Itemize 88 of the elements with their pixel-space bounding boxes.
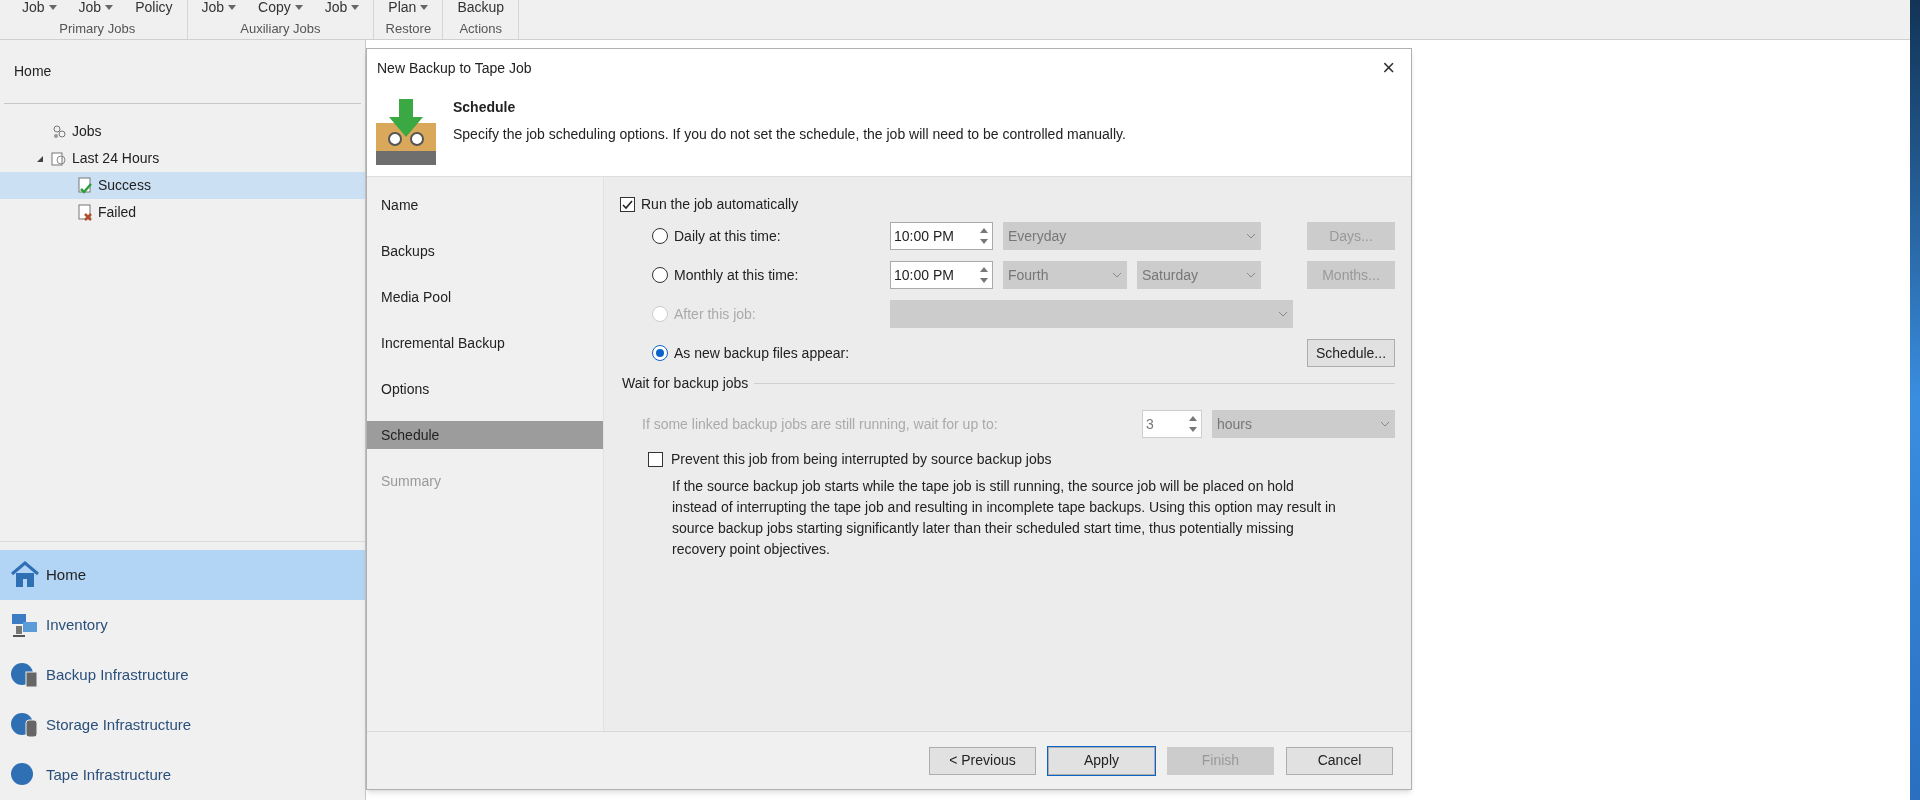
- tape-cassette-arrow-icon: [375, 97, 437, 167]
- nav-item[interactable]: Tape Infrastructure: [0, 750, 365, 800]
- group-label: Primary Jobs: [59, 20, 136, 38]
- radio-button[interactable]: [652, 345, 668, 361]
- ribbon-button[interactable]: Job: [74, 0, 118, 18]
- checkbox[interactable]: [620, 196, 635, 212]
- spin-value: 3: [1145, 414, 1154, 434]
- group-label: Actions: [459, 20, 503, 38]
- group-label: Restore: [385, 20, 432, 38]
- dropdown-value: Fourth: [1008, 265, 1049, 285]
- house-icon: [10, 560, 40, 590]
- dropdown-value: hours: [1217, 414, 1253, 434]
- dialog-button[interactable]: < Previous: [929, 746, 1036, 775]
- close-button[interactable]: ×: [1376, 57, 1401, 79]
- radio-label: Daily at this time:: [674, 226, 781, 246]
- dropdown-value: Saturday: [1142, 265, 1199, 285]
- ribbon-button[interactable]: Copy: [254, 0, 307, 18]
- ribbon-button[interactable]: Job: [320, 0, 364, 18]
- wizard-step[interactable]: Name: [367, 191, 603, 219]
- tree-label: Success: [98, 176, 151, 195]
- dialog-button[interactable]: Apply: [1048, 746, 1155, 775]
- dropdown-value: Everyday: [1008, 226, 1067, 246]
- nav-item[interactable]: Home: [0, 550, 365, 600]
- tree-label: Last 24 Hours: [72, 149, 160, 168]
- radio-label: After this job:: [674, 304, 756, 324]
- nav-label: Storage Infrastructure: [46, 714, 192, 735]
- document-clock-icon: [50, 149, 68, 168]
- nav-label: Inventory: [46, 614, 108, 635]
- checkbox-label: Run the job automatically: [641, 194, 799, 214]
- tree-item[interactable]: Jobs: [0, 118, 365, 145]
- option-description: If the source backup job starts while the tape job is still running, the source job will be placed on hold instead of interrupting the tape job and resulting in incomplete tape backups. Using this option may result in source backup jobs starting significantly later than their scheduled start time, thus potentially missing recovery point objectives.: [671, 477, 1337, 559]
- nav-item[interactable]: Storage Infrastructure: [0, 700, 365, 750]
- radio-button[interactable]: [652, 267, 668, 283]
- spin-field[interactable]: 10:00 PM: [890, 261, 993, 289]
- spin-value: 10:00 PM: [893, 265, 954, 285]
- group-label: Auxiliary Jobs: [240, 20, 321, 38]
- ribbon-button[interactable]: Backup: [453, 0, 509, 18]
- spin-field[interactable]: 10:00 PM: [890, 222, 993, 250]
- ribbon-button[interactable]: Plan: [384, 0, 433, 18]
- chevron-down-icon: [1246, 272, 1256, 278]
- radio-label: Monthly at this time:: [674, 265, 799, 285]
- ribbon-button[interactable]: Policy: [131, 0, 177, 18]
- ribbon-button[interactable]: Job: [18, 0, 61, 18]
- caret-down-icon: [420, 5, 429, 10]
- panel-title: Home: [14, 62, 52, 81]
- chevron-down-icon: [1278, 311, 1288, 317]
- ribbon-button[interactable]: Job: [197, 0, 241, 18]
- header-title: Schedule: [453, 98, 517, 117]
- caret-down-icon: [351, 5, 360, 10]
- tree-item[interactable]: Last 24 Hours: [0, 145, 365, 172]
- tree-label: Jobs: [72, 122, 102, 141]
- globe-server-icon: [10, 660, 40, 690]
- tree-item[interactable]: Success: [0, 172, 365, 199]
- nav-label: Backup Infrastructure: [46, 664, 189, 685]
- dialog-button[interactable]: Schedule...: [1307, 339, 1395, 367]
- wizard-step[interactable]: Media Pool: [367, 283, 603, 311]
- checkmark-icon: [622, 198, 633, 210]
- document-check-icon: [76, 176, 94, 195]
- wizard-step[interactable]: Schedule: [367, 421, 603, 449]
- caret-down-icon: [294, 5, 303, 10]
- chevron-down-icon: [1380, 421, 1390, 427]
- radio-button[interactable]: [652, 228, 668, 244]
- caret-down-icon: [228, 5, 237, 10]
- wizard-step[interactable]: Backups: [367, 237, 603, 265]
- header-description: Specify the job scheduling options. If you do not set the schedule, the job will need to be controlled manually.: [453, 125, 1126, 144]
- caret-down-icon: [48, 5, 57, 10]
- checkbox[interactable]: [648, 451, 663, 467]
- section-title: Wait for backup jobs: [622, 374, 749, 393]
- spin-value: 10:00 PM: [893, 226, 954, 246]
- tree-label: Failed: [98, 203, 137, 222]
- document-cross-icon: [76, 203, 94, 222]
- gears-icon: [50, 122, 68, 141]
- nav-label: Tape Infrastructure: [46, 764, 172, 785]
- wizard-step[interactable]: Incremental Backup: [367, 329, 603, 357]
- wizard-step[interactable]: Options: [367, 375, 603, 403]
- nav-item[interactable]: Backup Infrastructure: [0, 650, 365, 700]
- chevron-down-icon: [1246, 233, 1256, 239]
- radio-label: As new backup files appear:: [674, 343, 850, 363]
- dialog-title: New Backup to Tape Job: [377, 58, 532, 78]
- globe-database-icon: [10, 710, 40, 740]
- chevron-down-icon: [1112, 272, 1122, 278]
- tree-item[interactable]: Failed: [0, 199, 365, 226]
- dialog-button[interactable]: Cancel: [1286, 746, 1393, 775]
- wait-label: If some linked backup jobs are still running, wait for up to:: [642, 414, 999, 434]
- caret-down-icon: [105, 5, 114, 10]
- nav-item[interactable]: Inventory: [0, 600, 365, 650]
- checkbox-label: Prevent this job from being interrupted by source backup jobs: [671, 449, 1052, 469]
- nav-label: Home: [46, 564, 86, 585]
